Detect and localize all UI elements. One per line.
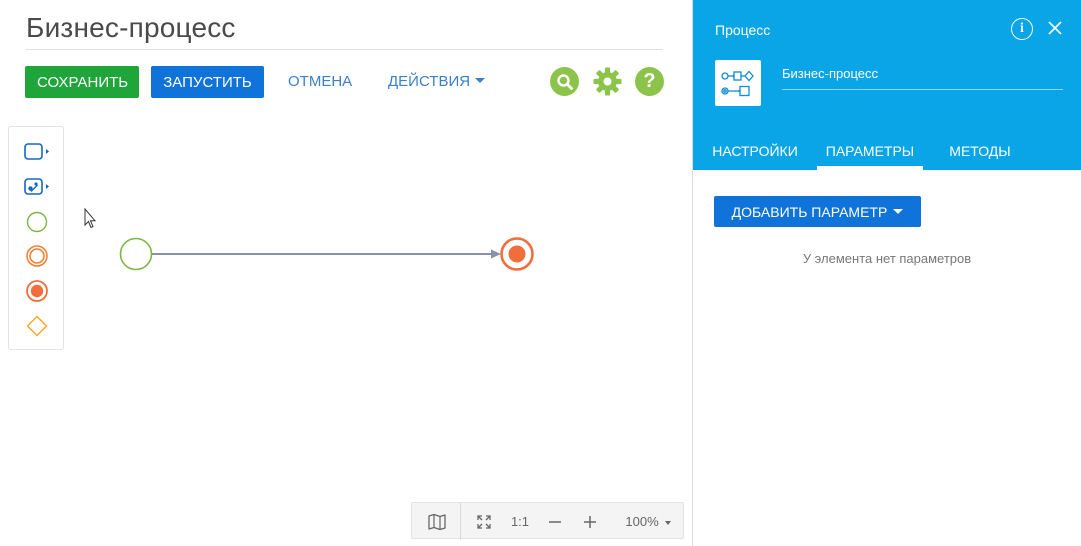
- actual-size-button[interactable]: 1:1: [506, 503, 534, 540]
- zoom-out-icon[interactable]: [543, 503, 567, 540]
- tab-methods[interactable]: МЕТОДЫ: [940, 131, 1020, 170]
- zoom-toolbar: 1:1 100%: [411, 502, 684, 540]
- process-name-underline: [782, 89, 1063, 90]
- panel-label: Процесс: [715, 22, 771, 38]
- tab-parameters[interactable]: ПАРАМЕТРЫ: [817, 131, 923, 170]
- sequence-flow-arrowhead: [491, 249, 501, 259]
- zoom-level-select[interactable]: 100%: [620, 503, 676, 540]
- map-icon[interactable]: [422, 503, 452, 540]
- close-icon[interactable]: [1046, 19, 1064, 37]
- info-icon[interactable]: i: [1011, 18, 1033, 40]
- zoom-separator: [460, 503, 461, 540]
- zoom-level-value: 100%: [625, 514, 659, 529]
- tab-settings[interactable]: НАСТРОЙКИ: [705, 131, 805, 170]
- chevron-down-icon: [664, 520, 671, 525]
- start-event[interactable]: [119, 237, 153, 271]
- process-name-field[interactable]: Бизнес-процесс: [782, 66, 878, 81]
- add-parameter-label: ДОБАВИТЬ ПАРАМЕТР: [731, 203, 888, 220]
- mouse-cursor-icon: [84, 207, 97, 229]
- empty-parameters-message: У элемента нет параметров: [802, 251, 972, 266]
- end-event-core: [508, 245, 526, 263]
- process-designer: Бизнес-процесс СОХРАНИТЬ ЗАПУСТИТЬ ОТМЕН…: [0, 0, 1081, 546]
- fit-screen-icon[interactable]: [472, 503, 496, 540]
- zoom-in-icon[interactable]: [578, 503, 602, 540]
- add-parameter-button[interactable]: ДОБАВИТЬ ПАРАМЕТР: [714, 196, 921, 227]
- diagram-canvas[interactable]: [0, 0, 692, 500]
- process-icon: [715, 60, 761, 106]
- chevron-down-icon: [893, 208, 904, 214]
